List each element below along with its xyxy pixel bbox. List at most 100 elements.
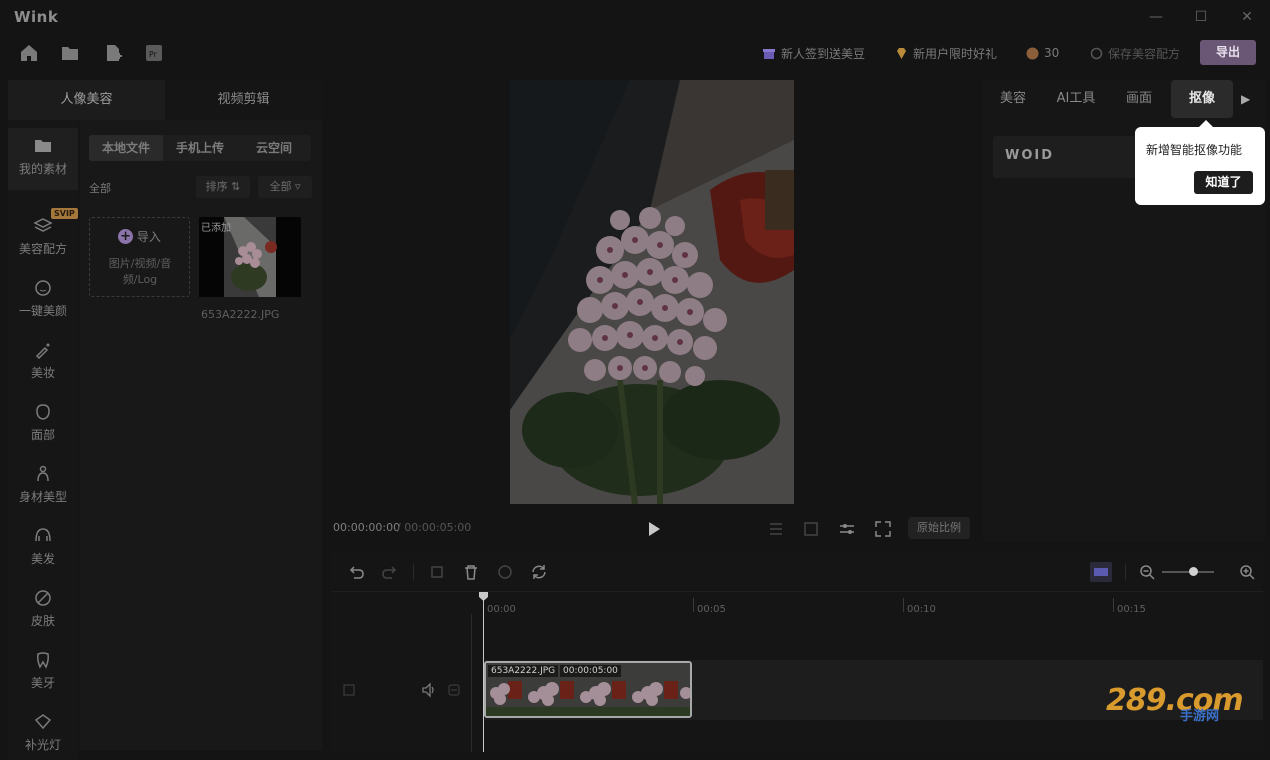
replace-icon[interactable] <box>530 563 548 581</box>
bean-coin-icon <box>1026 47 1039 59</box>
sidebar-item-teeth[interactable]: 美牙 <box>8 642 78 704</box>
face-outline-icon <box>36 404 50 420</box>
diamond-icon <box>897 47 906 59</box>
asset-thumbnail[interactable]: 已添加 <box>199 217 301 297</box>
track-cover-icon[interactable] <box>343 684 355 696</box>
sidebar-item-label: 身材美型 <box>18 490 67 504</box>
sidebar-item-hair[interactable]: 美发 <box>8 518 78 580</box>
newuser-gift-label: 新用户限时好礼 <box>913 46 998 61</box>
save-recipe-label: 保存美容配方 <box>1108 46 1181 61</box>
split-icon[interactable] <box>428 563 446 581</box>
sidebar-item-skin[interactable]: 皮肤 <box>8 580 78 642</box>
import-hint: 图片/视频/音频/Log <box>108 257 172 286</box>
cutout-option-label: WOID <box>1005 148 1055 163</box>
tab-beauty[interactable]: 美容 <box>989 80 1037 118</box>
ruler-tick <box>693 598 694 612</box>
ruler-label: 00:15 <box>1117 604 1146 615</box>
playhead-handle[interactable] <box>479 592 488 601</box>
makeup-brush-icon <box>35 343 50 360</box>
sidebar-item-body[interactable]: 身材美型 <box>8 456 78 518</box>
sidebar-item-label: 美妆 <box>30 366 55 380</box>
snap-icon[interactable] <box>1090 562 1112 582</box>
tab-portrait-beauty[interactable]: 人像美容 <box>8 80 165 120</box>
playhead[interactable] <box>483 592 484 752</box>
layers-icon <box>33 218 53 232</box>
preview-image[interactable] <box>510 80 794 504</box>
save-recipe-button[interactable]: 保存美容配方 <box>1090 44 1180 62</box>
tab-ai-tools[interactable]: AI工具 <box>1049 80 1103 118</box>
list-icon[interactable] <box>766 519 786 539</box>
folder-icon[interactable] <box>59 42 81 64</box>
tabs-scroll-right-icon[interactable]: ▶ <box>1241 92 1250 106</box>
tab-cutout[interactable]: 抠像 <box>1171 80 1233 118</box>
play-icon[interactable] <box>644 519 664 539</box>
ruler-tick <box>1113 598 1114 612</box>
tab-video-edit[interactable]: 视频剪辑 <box>165 80 322 120</box>
premiere-icon[interactable]: Pr <box>143 42 165 64</box>
svg-text:Pr: Pr <box>149 50 158 59</box>
home-icon[interactable] <box>18 42 40 64</box>
sort-button[interactable]: 排序 ⇅ <box>196 176 250 198</box>
redo-icon[interactable] <box>381 563 399 581</box>
tooltip-text: 新增智能抠像功能 <box>1146 143 1243 157</box>
toolbar-divider <box>413 564 414 580</box>
sidebar-item-my-assets[interactable]: 我的素材 <box>8 128 78 190</box>
sidebar-item-label: 美容配方 <box>18 242 67 256</box>
beans-count: 30 <box>1044 46 1060 60</box>
minimize-button[interactable]: — <box>1144 6 1168 28</box>
sidebar-item-one-click-beauty[interactable]: 一键美颜 <box>8 270 78 332</box>
sort-icon: ⇅ <box>231 180 241 193</box>
original-ratio-button[interactable]: 原始比例 <box>908 517 970 539</box>
zoom-in-icon[interactable] <box>1238 563 1256 581</box>
current-time: 00:00:00:00 <box>333 521 401 534</box>
new-feature-tooltip: 新增智能抠像功能 知道了 <box>1135 120 1265 205</box>
tooth-icon <box>37 652 49 669</box>
zoom-slider-handle[interactable] <box>1189 567 1198 576</box>
clip-name: 653A2222.JPG <box>488 665 559 677</box>
sidebar-item-face[interactable]: 面部 <box>8 394 78 456</box>
assets-panel: 本地文件 手机上传 云空间 全部 排序 ⇅ 全部 ▿ + 导入 图片/视频/音频… <box>80 120 322 750</box>
asset-filename: 653A2222.JPG <box>201 308 280 321</box>
close-button[interactable]: ✕ <box>1235 6 1259 28</box>
ruler-label: 00:10 <box>907 604 936 615</box>
gift-icon <box>763 49 775 59</box>
crop-icon[interactable] <box>801 519 821 539</box>
export-button[interactable]: 导出 <box>1200 40 1256 65</box>
plus-circle-icon: + <box>118 229 134 244</box>
timeline-clip[interactable]: 653A2222.JPG 00:00:05:00 <box>484 661 692 718</box>
tab-frame[interactable]: 画面 <box>1115 80 1163 118</box>
volume-icon[interactable] <box>421 682 437 698</box>
zoom-slider-track[interactable] <box>1162 571 1214 573</box>
sidebar-item-fill-light[interactable]: 补光灯 <box>8 704 78 760</box>
freeze-icon[interactable] <box>496 563 514 581</box>
undo-icon[interactable] <box>347 563 365 581</box>
timeline-toolbar <box>331 552 1263 592</box>
hair-icon <box>35 528 51 542</box>
delete-icon[interactable] <box>462 563 480 581</box>
tab-phone-upload[interactable]: 手机上传 <box>163 135 237 161</box>
tab-cloud-space[interactable]: 云空间 <box>237 135 311 161</box>
added-badge: 已添加 <box>201 223 231 234</box>
source-tabs: 本地文件 手机上传 云空间 <box>89 135 311 161</box>
got-it-button[interactable]: 知道了 <box>1194 171 1253 194</box>
top-toolbar: Pr 新人签到送美豆 新用户限时好礼 30 保存美容配方 导出 <box>0 34 1270 72</box>
fullscreen-icon[interactable] <box>873 519 893 539</box>
ruler-tick <box>903 598 904 612</box>
site-watermark: 289.com 手游网 <box>1106 683 1248 724</box>
beans-counter[interactable]: 30 <box>1026 44 1059 62</box>
import-dropzone[interactable]: + 导入 图片/视频/音频/Log <box>89 217 190 297</box>
recipe-icon <box>1090 47 1103 59</box>
sidebar-item-makeup[interactable]: 美妆 <box>8 332 78 394</box>
sidebar-item-beauty-recipe[interactable]: SVIP 美容配方 <box>8 208 78 270</box>
newuser-gift-link[interactable]: 新用户限时好礼 <box>895 44 997 62</box>
tab-local-files[interactable]: 本地文件 <box>89 135 163 161</box>
adjust-icon[interactable] <box>837 519 857 539</box>
sidebar-item-label: 美发 <box>30 552 55 566</box>
zoom-out-icon[interactable] <box>1138 563 1156 581</box>
face-smile-icon <box>35 280 51 296</box>
maximize-button[interactable]: ☐ <box>1189 6 1213 28</box>
checkin-link[interactable]: 新人签到送美豆 <box>762 44 865 62</box>
filter-dropdown[interactable]: 全部 ▿ <box>258 176 312 198</box>
track-lock-icon[interactable] <box>448 684 460 696</box>
new-file-icon[interactable] <box>102 42 124 64</box>
